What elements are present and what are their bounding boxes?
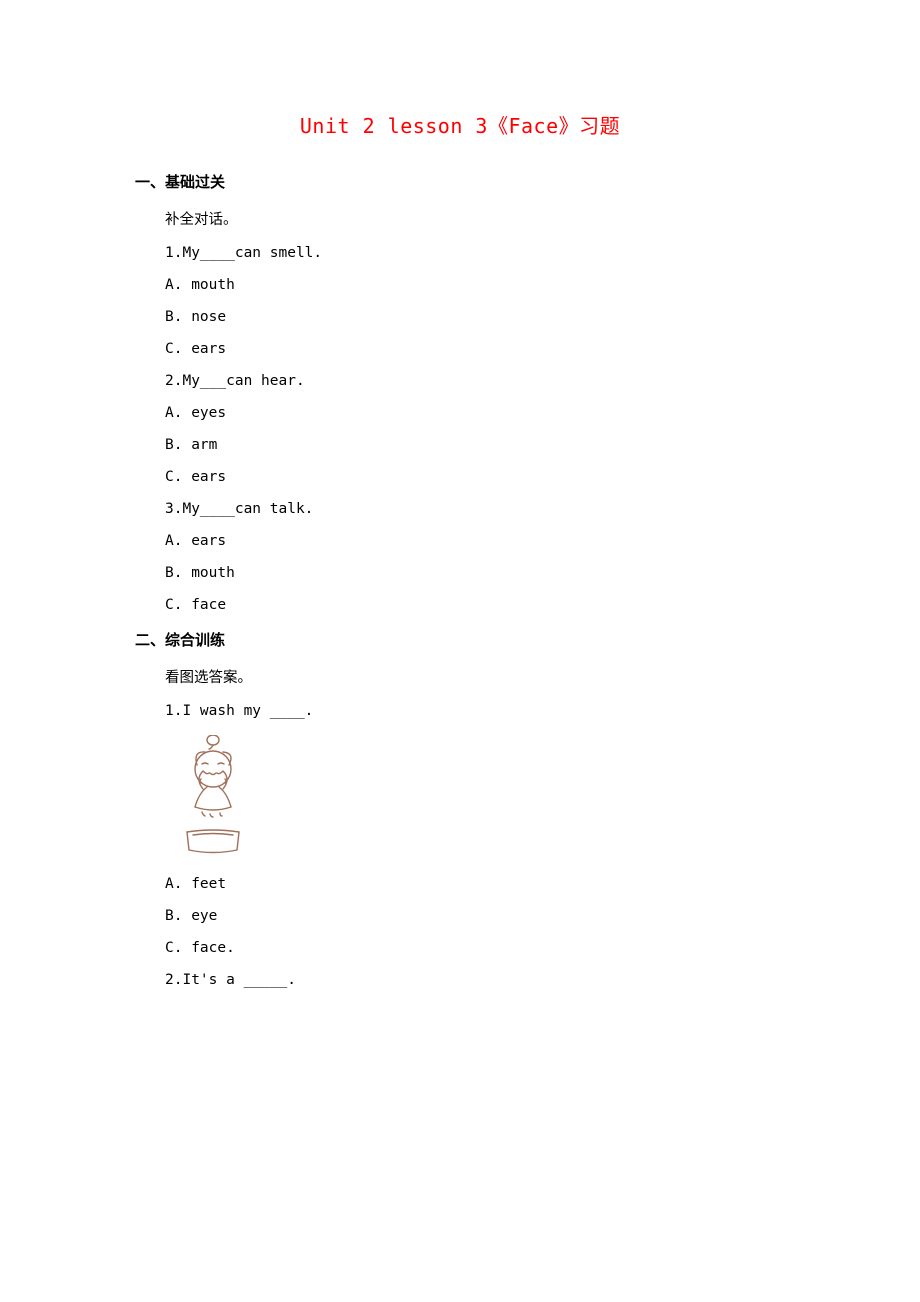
q3-stem: 3.My____can talk. — [165, 501, 785, 517]
girl-washing-face-image — [165, 735, 265, 860]
section-1: 一、基础过关 补全对话。 1.My____can smell. A. mouth… — [135, 171, 785, 613]
s2-q1-option-c: C. face. — [165, 940, 785, 956]
s2-q1-option-a: A. feet — [165, 876, 785, 892]
q3-option-c: C. face — [165, 597, 785, 613]
s2-q1-option-b: B. eye — [165, 908, 785, 924]
q2-option-b: B. arm — [165, 437, 785, 453]
q3-option-a: A. ears — [165, 533, 785, 549]
section-2-instruction: 看图选答案。 — [165, 666, 785, 687]
q2-stem: 2.My___can hear. — [165, 373, 785, 389]
document-title: Unit 2 lesson 3《Face》习题 — [135, 110, 785, 139]
section-2: 二、综合训练 看图选答案。 1.I wash my ____. — [135, 629, 785, 988]
section-1-heading: 一、基础过关 — [135, 171, 785, 192]
q2-option-a: A. eyes — [165, 405, 785, 421]
q1-stem: 1.My____can smell. — [165, 245, 785, 261]
s2-q1-stem: 1.I wash my ____. — [165, 703, 785, 719]
q1-option-c: C. ears — [165, 341, 785, 357]
q1-option-b: B. nose — [165, 309, 785, 325]
q3-option-b: B. mouth — [165, 565, 785, 581]
q1-option-a: A. mouth — [165, 277, 785, 293]
section-2-heading: 二、综合训练 — [135, 629, 785, 650]
q2-option-c: C. ears — [165, 469, 785, 485]
s2-q2-stem: 2.It's a _____. — [165, 972, 785, 988]
section-1-instruction: 补全对话。 — [165, 208, 785, 229]
